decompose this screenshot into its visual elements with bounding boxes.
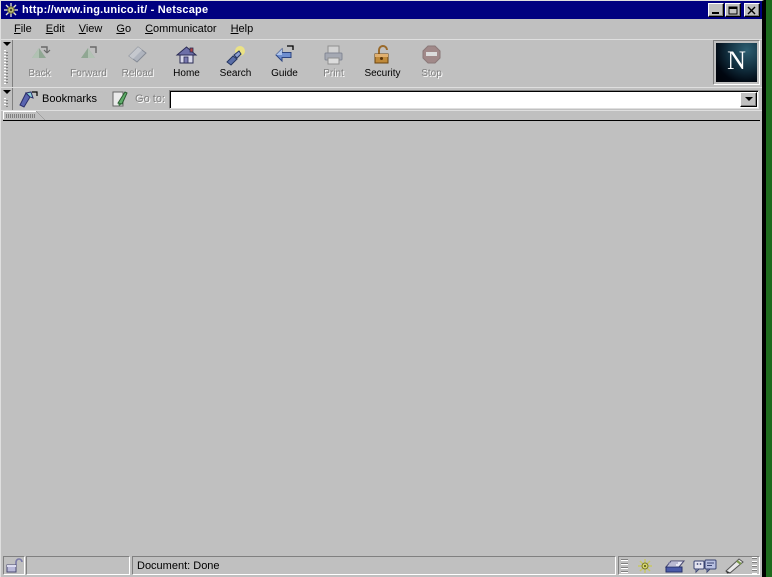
stop-sign-icon	[420, 44, 443, 67]
collapse-arrow-icon	[3, 42, 11, 46]
url-input[interactable]	[171, 91, 740, 108]
grip-dots	[6, 114, 36, 118]
menu-item-communicator[interactable]: Communicator	[138, 21, 224, 37]
window-controls	[707, 3, 760, 17]
netscape-logo-letter: N	[727, 45, 746, 75]
stop-button-label: Stop	[421, 68, 442, 79]
bookmarks-label: Bookmarks	[42, 93, 98, 105]
reload-icon	[126, 44, 149, 67]
forward-arrow-icon	[77, 44, 100, 67]
status-bar: Document: Done	[1, 555, 762, 577]
stop-button[interactable]: Stop	[407, 40, 456, 85]
component-bar	[618, 556, 760, 575]
page-content-area[interactable]	[3, 120, 760, 555]
location-toolbar-grip[interactable]	[1, 88, 13, 110]
menu-bar: File Edit View Go Communicator Help	[1, 19, 762, 39]
composer-pencil-icon[interactable]	[720, 557, 750, 574]
print-button[interactable]: Print	[309, 40, 358, 85]
home-button[interactable]: Home	[162, 40, 211, 85]
url-combobox[interactable]	[169, 89, 759, 109]
menu-item-help[interactable]: Help	[224, 21, 261, 37]
bookmark-ribbon-icon	[18, 90, 39, 108]
netscape-starburst-icon	[3, 2, 19, 18]
back-button[interactable]: Back	[15, 40, 64, 85]
discussion-bubbles-icon[interactable]	[690, 557, 720, 574]
guide-arrow-icon	[273, 44, 296, 67]
url-dropdown-button[interactable]	[740, 91, 757, 107]
mailbox-inbox-icon[interactable]	[660, 557, 690, 574]
padlock-icon	[371, 44, 394, 67]
page-quill-icon[interactable]	[109, 90, 129, 108]
collapse-arrow-icon	[3, 90, 11, 94]
menu-item-view[interactable]: View	[72, 21, 110, 37]
netscape-logo-button[interactable]: N	[713, 40, 760, 85]
maximize-button[interactable]	[725, 3, 741, 17]
collapsed-toolbar-strip	[1, 110, 762, 120]
house-icon	[175, 44, 198, 67]
forward-button[interactable]: Forward	[64, 40, 113, 85]
minimize-button[interactable]	[708, 3, 724, 17]
navigator-starburst-icon[interactable]	[630, 557, 660, 574]
window-title: http://www.ing.unico.it/ - Netscape	[22, 4, 209, 16]
flashlight-icon	[224, 44, 247, 67]
chevron-down-icon	[744, 97, 753, 101]
security-button[interactable]: Security	[358, 40, 407, 85]
grip-dots	[4, 98, 8, 107]
unlocked-padlock-icon[interactable]	[3, 556, 25, 575]
back-button-label: Back	[28, 68, 51, 79]
reload-button[interactable]: Reload	[113, 40, 162, 85]
netscape-logo-graphic: N	[716, 43, 757, 82]
grip-dots	[4, 50, 8, 84]
guide-button-label: Guide	[271, 68, 298, 79]
back-arrow-icon	[28, 44, 51, 67]
menu-item-go[interactable]: Go	[109, 21, 138, 37]
netscape-browser-window: http://www.ing.unico.it/ - Netscape File	[0, 0, 764, 577]
location-toolbar: Bookmarks Go to:	[1, 87, 762, 110]
status-message: Document: Done	[132, 556, 616, 575]
close-button[interactable]	[744, 3, 760, 17]
desktop-background	[764, 0, 772, 577]
printer-icon	[322, 44, 345, 67]
collapsed-personal-toolbar-tab[interactable]	[3, 111, 45, 120]
guide-button[interactable]: Guide	[260, 40, 309, 85]
search-button-label: Search	[219, 68, 252, 79]
tab-corner	[36, 111, 45, 120]
menu-item-file[interactable]: File	[7, 21, 39, 37]
title-bar: http://www.ing.unico.it/ - Netscape	[1, 1, 762, 19]
home-button-label: Home	[173, 68, 200, 79]
bookmarks-button[interactable]: Bookmarks	[16, 89, 101, 109]
forward-button-label: Forward	[70, 68, 107, 79]
goto-label: Go to:	[135, 93, 165, 105]
component-bar-grip[interactable]	[621, 558, 628, 573]
window-right-edge	[764, 0, 766, 577]
reload-button-label: Reload	[121, 68, 154, 79]
print-button-label: Print	[323, 68, 344, 79]
security-button-label: Security	[364, 68, 401, 79]
menu-item-edit[interactable]: Edit	[39, 21, 72, 37]
progress-meter	[26, 556, 130, 575]
component-bar-right-grip[interactable]	[752, 557, 757, 574]
navigation-toolbar: Back Forward Reload Home Search Guide Pr…	[1, 39, 762, 87]
navigation-toolbar-grip[interactable]	[1, 40, 13, 87]
search-button[interactable]: Search	[211, 40, 260, 85]
